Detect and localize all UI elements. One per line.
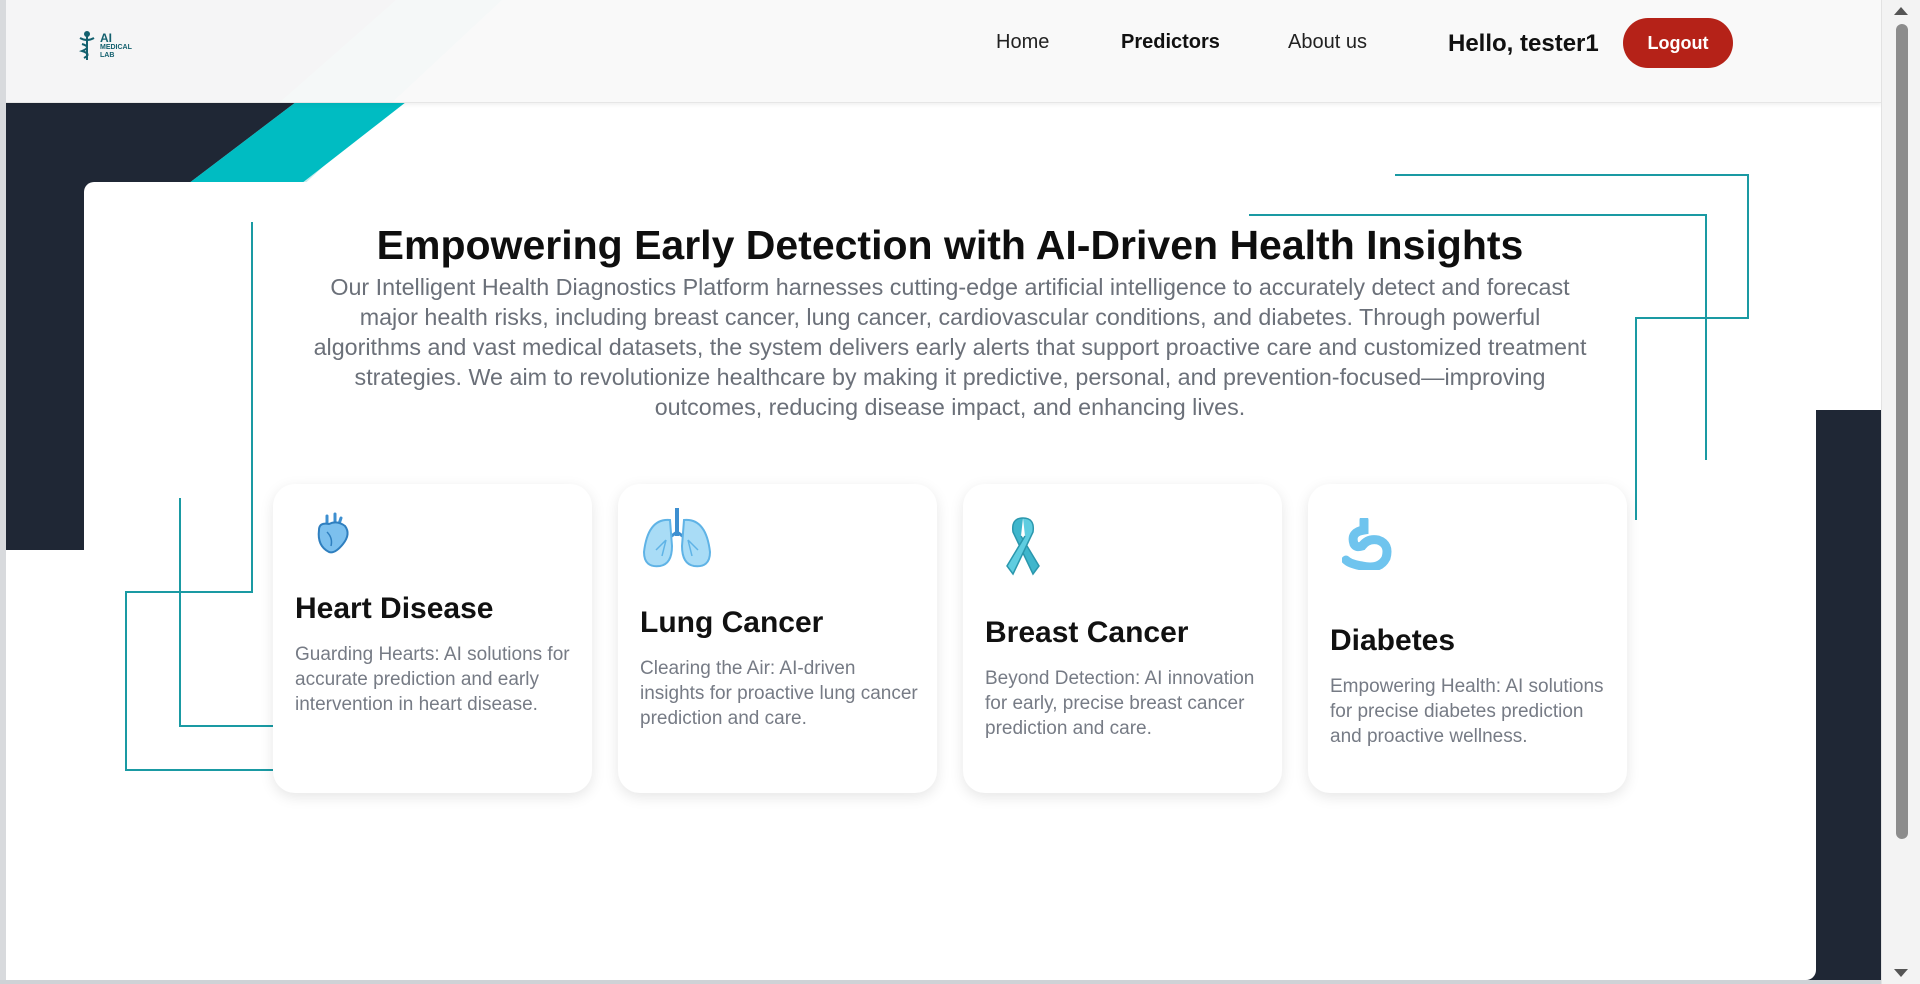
- window-left-edge: [0, 0, 6, 984]
- lungs-icon: [642, 508, 712, 568]
- vertical-scrollbar[interactable]: [1881, 0, 1920, 984]
- top-navbar: AI MEDICAL LAB Home Predictors About us …: [6, 0, 1882, 103]
- page-title: Empowering Early Detection with AI-Drive…: [376, 222, 1524, 268]
- brand-logo[interactable]: AI MEDICAL LAB: [76, 30, 156, 66]
- scroll-down-arrow-icon[interactable]: [1894, 969, 1908, 977]
- stomach-icon: [1342, 518, 1392, 570]
- scroll-up-arrow-icon[interactable]: [1894, 7, 1908, 15]
- heart-icon: [317, 512, 349, 554]
- card-description: Empowering Health: AI solutions for prec…: [1330, 676, 1604, 747]
- card-title: Breast Cancer: [985, 616, 1189, 649]
- predictor-card-breast-cancer[interactable]: Breast Cancer Beyond Detection: AI innov…: [963, 484, 1282, 793]
- hero-description-line: Our Intelligent Health Diagnostics Platf…: [330, 274, 1570, 300]
- predictor-card-diabetes[interactable]: Diabetes Empowering Health: AI solutions…: [1308, 484, 1627, 793]
- caduceus-icon: [78, 31, 95, 60]
- logout-button[interactable]: Logout: [1623, 18, 1733, 68]
- window-bottom-edge: [0, 980, 1882, 984]
- card-description: Clearing the Air: AI-driven insights for…: [640, 658, 918, 729]
- hero-description-line: major health risks, including breast can…: [359, 304, 1541, 330]
- hero-description: Our Intelligent Health Diagnostics Platf…: [258, 272, 1642, 422]
- nav-predictors-link[interactable]: Predictors: [1121, 31, 1220, 54]
- nav-about-link[interactable]: About us: [1288, 31, 1367, 54]
- scrollbar-thumb[interactable]: [1896, 24, 1908, 839]
- ribbon-icon: [1006, 517, 1040, 576]
- logo-wordmark: AI MEDICAL LAB: [100, 31, 132, 59]
- user-greeting: Hello, tester1: [1448, 30, 1599, 57]
- nav-home-link[interactable]: Home: [996, 31, 1049, 54]
- hero-description-line: strategies. We aim to revolutionize heal…: [354, 364, 1546, 390]
- card-title: Diabetes: [1330, 624, 1456, 657]
- hero-description-line: outcomes, reducing disease impact, and e…: [654, 394, 1246, 420]
- predictor-card-lung-cancer[interactable]: Lung Cancer Clearing the Air: AI-driven …: [618, 484, 937, 793]
- card-title: Lung Cancer: [640, 606, 824, 639]
- card-description: Beyond Detection: AI innovation for earl…: [985, 668, 1255, 739]
- predictor-card-heart-disease[interactable]: Heart Disease Guarding Hearts: AI soluti…: [273, 484, 592, 793]
- hero-description-line: algorithms and vast medical datasets, th…: [313, 334, 1587, 360]
- card-description: Guarding Hearts: AI solutions for accura…: [295, 644, 570, 715]
- card-title: Heart Disease: [295, 592, 494, 625]
